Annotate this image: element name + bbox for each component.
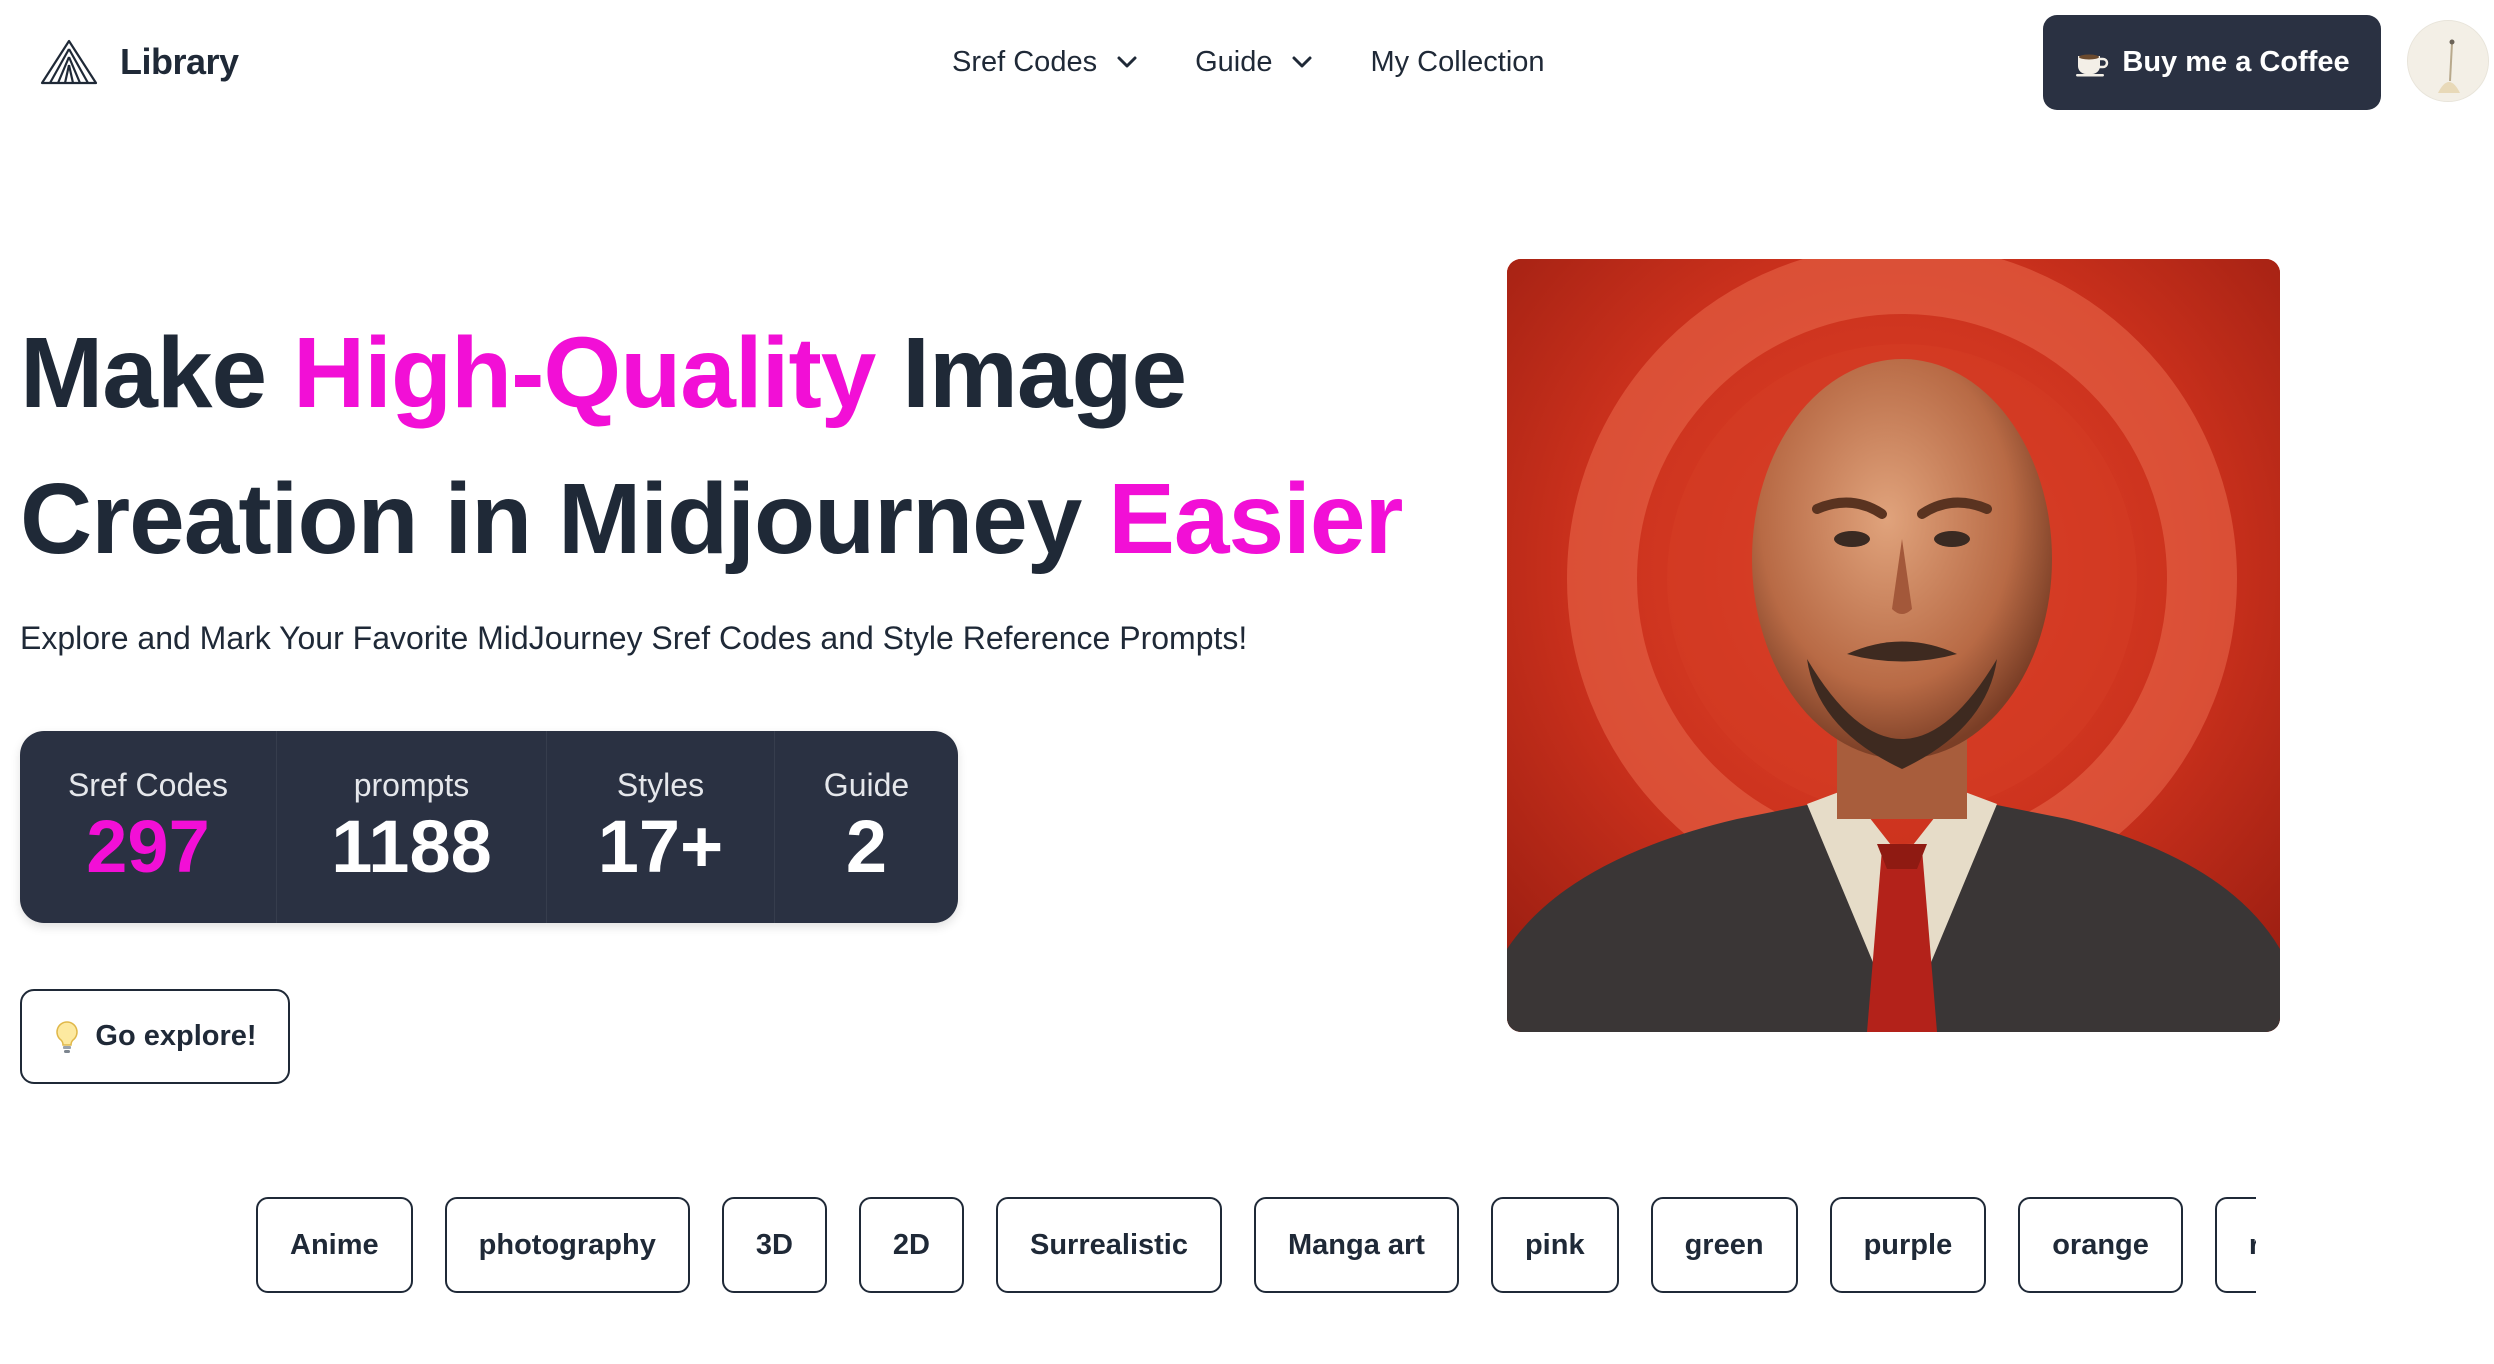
stat-sref-codes: Sref Codes 297 [20,731,277,923]
hero-portrait-image [1507,259,2280,1032]
stat-label: Guide [823,767,910,803]
coffee-button-label: Buy me a Coffee [2122,46,2350,78]
stat-styles: Styles 17+ [547,731,775,923]
hero-title-part1: Make [20,317,293,429]
brand-name: Library [120,41,239,82]
nav-guide[interactable]: Guide [1195,46,1314,79]
tag-chip[interactable]: 2D [858,1197,964,1293]
nav-sref-codes[interactable]: Sref Codes [952,46,1139,79]
nav-sref-codes-label: Sref Codes [952,45,1098,78]
nav-my-collection-label: My Collection [1370,45,1545,78]
go-explore-button[interactable]: Go explore! [20,989,290,1084]
chevron-down-icon [1292,56,1312,68]
stat-value: 297 [86,805,210,888]
tag-chip[interactable]: Surrealistic [996,1197,1222,1293]
nav-guide-label: Guide [1195,45,1273,78]
library-logo-icon [40,39,98,85]
hero-title: Make High-Quality Image Creation in Midj… [20,300,1500,592]
tag-chip[interactable]: 3D [721,1197,827,1293]
buy-me-a-coffee-button[interactable]: Buy me a Coffee [2043,15,2381,110]
top-navbar: Library Sref Codes Guide My Collection B… [0,0,2494,124]
stat-label: Styles [616,767,705,803]
stat-value: 17+ [597,805,724,888]
stat-label: prompts [353,767,470,803]
style-tags-list: Anime photography 3D 2D Surrealistic Manga ar… [256,1197,2256,1293]
go-explore-label: Go explore! [95,1020,257,1052]
hero-title-accent-easier: Easier [1108,463,1403,575]
avatar-image [2408,21,2488,101]
tag-chip[interactable]: green [1650,1197,1798,1293]
chevron-down-icon [1117,56,1137,68]
hero-subtitle: Explore and Mark Your Favorite MidJourne… [20,620,1248,656]
stat-value: 2 [845,805,888,888]
hero-title-accent-high-quality: High-Quality [292,317,876,429]
brand-link[interactable]: Library [38,34,239,90]
stat-label: Sref Codes [67,767,229,803]
tag-chip[interactable]: pink [1490,1197,1619,1293]
nav-my-collection[interactable]: My Collection [1370,46,1544,79]
tag-chip[interactable]: Manga art [1253,1197,1459,1293]
portrait-illustration [1507,259,2280,1032]
tag-chip[interactable]: orange [2018,1197,2183,1293]
stat-value: 1188 [331,805,492,888]
main-nav: Sref Codes Guide My Collection [952,36,1545,88]
coffee-cup-icon [2076,54,2109,76]
style-tags-row: Anime photography 3D 2D Surrealistic Manga ar… [256,1197,2256,1297]
lightbulb-icon [56,1020,79,1053]
tag-chip[interactable]: Anime [256,1197,413,1293]
user-avatar[interactable] [2407,20,2489,102]
tag-chip[interactable]: purple [1829,1197,1987,1293]
tag-chip[interactable]: red [2214,1197,2256,1293]
stat-prompts: prompts 1188 [277,731,547,923]
tag-chip[interactable]: photography [444,1197,690,1293]
stat-guide: Guide 2 [775,731,958,923]
stats-panel: Sref Codes 297 prompts 1188 Styles 17+ G… [20,731,958,923]
